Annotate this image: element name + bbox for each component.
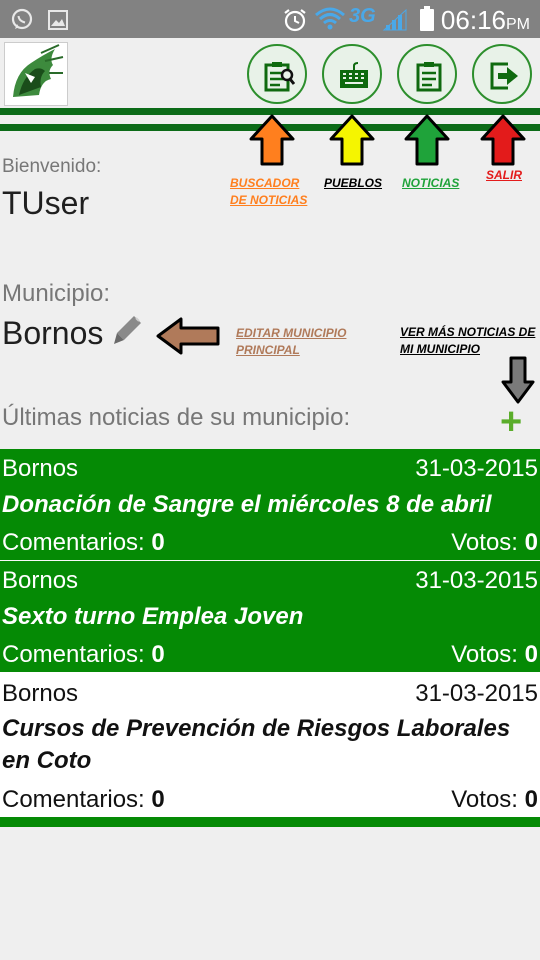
news-title: Donación de Sangre el miércoles 8 de abr…	[2, 491, 492, 518]
signal-icon	[382, 8, 407, 31]
news-comments: Comentarios: 0	[2, 641, 165, 668]
news-title: Cursos de Prevención de Riesgos Laborale…	[2, 715, 511, 774]
news-comments: Comentarios: 0	[2, 529, 165, 556]
whatsapp-icon	[11, 8, 33, 30]
battery-icon	[420, 6, 434, 31]
annotation-logout: SALIR	[486, 168, 522, 182]
alarm-icon	[284, 9, 306, 32]
arrow-down-gray-icon	[501, 356, 535, 404]
status-bar: 3G 06:16PM	[0, 0, 540, 38]
user-name: TUser	[2, 185, 90, 221]
news-date: 31-03-2015	[415, 455, 538, 482]
news-item[interactable]: Bornos 31-03-2015 Cursos de Prevención d…	[0, 672, 540, 817]
arrow-left-brown-icon	[156, 317, 220, 355]
edit-municipality-pencil-icon[interactable]	[112, 313, 144, 347]
annotation-news: NOTICIAS	[402, 176, 460, 190]
image-icon	[48, 10, 68, 30]
news-municipality: Bornos	[2, 680, 79, 707]
logout-button[interactable]	[472, 44, 532, 104]
towns-button[interactable]	[322, 44, 382, 104]
municipality-name: Bornos	[2, 315, 104, 351]
news-button[interactable]	[397, 44, 457, 104]
municipality-label: Municipio:	[2, 280, 111, 307]
news-title: Sexto turno Emplea Joven	[2, 603, 304, 630]
welcome-label: Bienvenido:	[2, 156, 102, 177]
arrow-up-green-icon	[404, 114, 450, 166]
app-logo	[4, 42, 68, 106]
app-screen: 3G 06:16PM BUSCADOR DE NOTICIAS PUEBLOS …	[0, 0, 540, 960]
news-item[interactable]: Bornos 31-03-2015 Sexto turno Emplea Jov…	[0, 561, 540, 672]
more-news-plus-button[interactable]: +	[500, 402, 522, 442]
annotation-search-news: BUSCADOR DE NOTICIAS	[230, 176, 308, 207]
annotation-edit-municipality: EDITAR MUNICIPIO PRINCIPAL	[236, 326, 347, 357]
latest-news-heading: Últimas noticias de su municipio:	[2, 404, 351, 431]
news-item[interactable]: Bornos 31-03-2015 Donación de Sangre el …	[0, 449, 540, 560]
news-item-partial[interactable]	[0, 817, 540, 827]
network-type: 3G	[349, 5, 376, 27]
news-comments: Comentarios: 0	[2, 786, 165, 813]
search-news-button[interactable]	[247, 44, 307, 104]
news-votes: Votos: 0	[451, 529, 538, 556]
arrow-up-orange-icon	[249, 114, 295, 166]
clipboard-icon	[416, 62, 442, 92]
wifi-icon	[315, 7, 345, 30]
app-logo-icon	[13, 44, 64, 97]
news-date: 31-03-2015	[415, 567, 538, 594]
keyboard-icon	[340, 62, 368, 88]
clock: 06:16PM	[440, 5, 530, 35]
arrow-up-red-icon	[480, 114, 526, 166]
news-date: 31-03-2015	[415, 680, 538, 707]
exit-icon	[490, 62, 518, 90]
news-votes: Votos: 0	[451, 786, 538, 813]
news-votes: Votos: 0	[451, 641, 538, 668]
annotation-towns: PUEBLOS	[324, 176, 383, 190]
news-municipality: Bornos	[2, 567, 79, 594]
annotation-more-news: VER MÁS NOTICIAS DE MI MUNICIPIO	[400, 325, 536, 356]
news-municipality: Bornos	[2, 455, 79, 482]
clipboard-search-icon	[264, 62, 295, 92]
arrow-up-yellow-icon	[329, 114, 375, 166]
